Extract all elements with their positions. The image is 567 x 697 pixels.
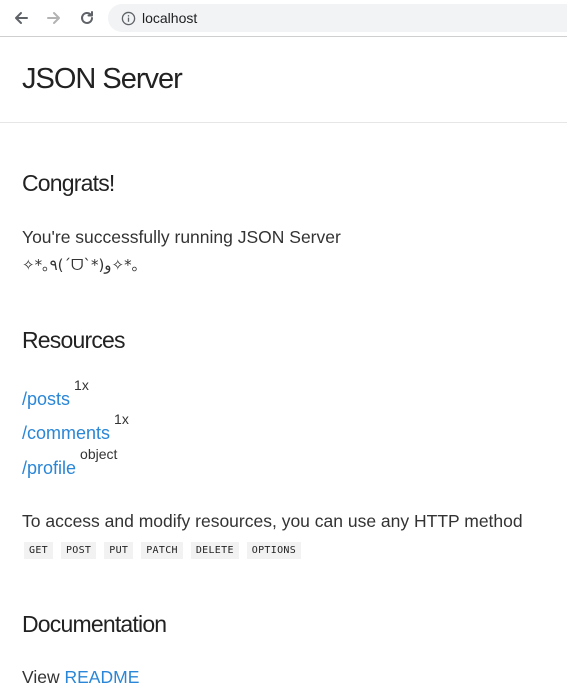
- documentation-heading: Documentation: [22, 611, 167, 637]
- http-methods-list: GET POST PUT PATCH DELETE OPTIONS: [24, 542, 302, 559]
- method-post: POST: [60, 542, 97, 559]
- arrow-left-icon: [15, 12, 28, 24]
- info-icon[interactable]: [120, 10, 136, 26]
- forward-button[interactable]: [42, 6, 66, 30]
- method-get: GET: [24, 542, 53, 559]
- http-methods-info: To access and modify resources, you can …: [22, 511, 523, 531]
- kaomoji-text: ✧*｡٩(ˊᗜˋ*)و✧*｡: [22, 256, 140, 274]
- resources-heading: Resources: [22, 327, 126, 353]
- resource-item: /comments1x: [22, 411, 129, 444]
- method-patch: PATCH: [141, 542, 183, 559]
- method-delete: DELETE: [190, 542, 239, 559]
- view-label: View: [22, 667, 60, 687]
- resource-type-badge: object: [80, 446, 118, 462]
- congrats-heading: Congrats!: [22, 170, 115, 196]
- site-title: JSON Server: [22, 63, 183, 95]
- page-header: JSON Server: [0, 37, 567, 123]
- resource-link-posts[interactable]: /posts: [22, 389, 70, 409]
- method-options: OPTIONS: [246, 542, 302, 559]
- browser-toolbar: localhost: [0, 0, 567, 37]
- back-button[interactable]: [9, 6, 33, 30]
- reload-icon: [81, 11, 93, 24]
- resource-item: /posts1x: [22, 377, 89, 410]
- resource-type-badge: 1x: [114, 411, 129, 427]
- resource-item: /profileobject: [22, 446, 117, 479]
- resource-link-comments[interactable]: /comments: [22, 423, 110, 443]
- url-text: localhost: [142, 10, 198, 26]
- success-message: You're successfully running JSON Server: [22, 227, 341, 247]
- address-bar[interactable]: localhost: [108, 4, 567, 32]
- resource-type-badge: 1x: [74, 377, 89, 393]
- readme-line: View README: [22, 667, 139, 688]
- method-put: PUT: [104, 542, 134, 559]
- reload-button[interactable]: [75, 6, 99, 30]
- resource-link-profile[interactable]: /profile: [22, 458, 76, 478]
- arrow-right-icon: [47, 12, 60, 24]
- readme-link[interactable]: README: [65, 667, 140, 687]
